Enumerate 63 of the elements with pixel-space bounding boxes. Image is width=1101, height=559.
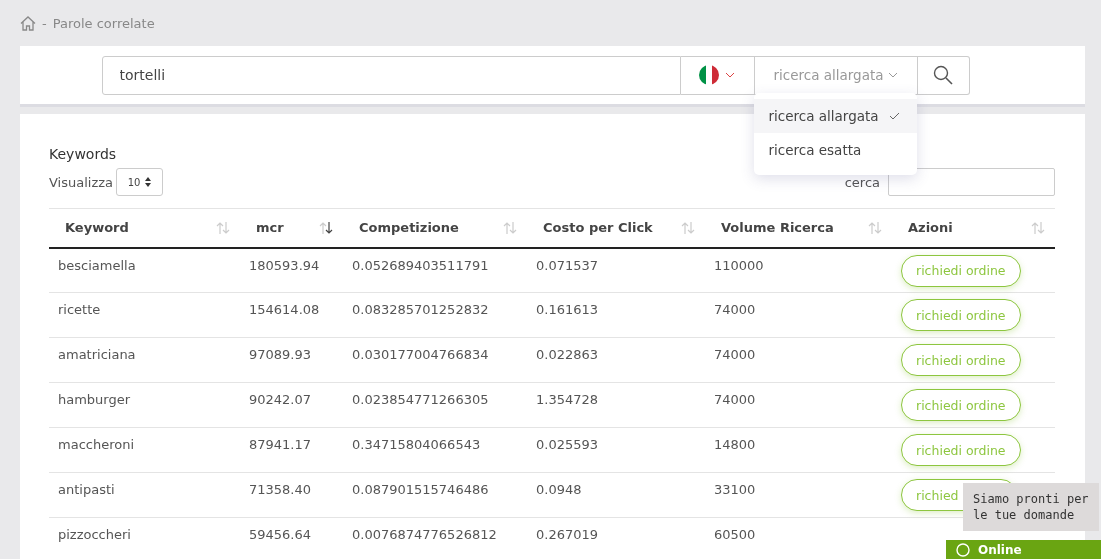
column-header[interactable]: Competizione bbox=[359, 220, 459, 236]
table-cell: 0.071537 bbox=[536, 257, 599, 273]
table-cell: 0.083285701252832 bbox=[352, 302, 489, 317]
table-cell: 0.267019 bbox=[536, 527, 599, 542]
column-header[interactable]: Azioni bbox=[908, 220, 953, 236]
home-icon[interactable] bbox=[20, 15, 36, 31]
breadcrumb-separator: - bbox=[42, 15, 47, 31]
menu-option[interactable]: ricerca allargata bbox=[753, 98, 917, 133]
search-icon bbox=[933, 65, 953, 85]
table-cell: amatriciana bbox=[58, 347, 136, 362]
menu-option[interactable]: ricerca esatta bbox=[753, 132, 917, 167]
table-cell: 154614.08 bbox=[249, 302, 320, 317]
card-title: Keywords bbox=[49, 146, 117, 162]
page-size-label: Visualizza bbox=[49, 174, 114, 190]
table-cell: 0.052689403511791 bbox=[352, 257, 489, 273]
table-cell: 60500 bbox=[714, 527, 756, 542]
table-cell: hamburger bbox=[58, 392, 131, 407]
table-cell: 0.161613 bbox=[536, 302, 599, 317]
chevron-down-icon bbox=[887, 72, 898, 78]
column-header[interactable]: Keyword bbox=[65, 220, 129, 236]
table-cell: 0.0948 bbox=[536, 482, 582, 497]
search-button[interactable] bbox=[917, 55, 970, 95]
table-cell: 87941.17 bbox=[249, 437, 312, 452]
table-cell: 74000 bbox=[714, 347, 756, 362]
table-cell: 1.354728 bbox=[536, 392, 599, 407]
column-header[interactable]: Costo per Click bbox=[543, 220, 653, 236]
page-size-select[interactable]: 10 bbox=[116, 168, 164, 196]
filter-label: cerca bbox=[844, 174, 880, 190]
filter-field[interactable] bbox=[888, 168, 1055, 196]
column-header[interactable]: Volume Ricerca bbox=[721, 220, 834, 236]
chat-icon bbox=[956, 542, 970, 557]
table-cell: 0.0076874776526812 bbox=[352, 527, 497, 542]
chevron-down-icon bbox=[725, 72, 735, 78]
table-cell: maccheroni bbox=[58, 437, 135, 452]
table-cell: 110000 bbox=[714, 257, 764, 273]
table-cell: 33100 bbox=[714, 482, 756, 497]
country-select[interactable] bbox=[680, 55, 755, 95]
table-cell: 14800 bbox=[714, 437, 756, 452]
table-cell: besciamella bbox=[58, 257, 136, 273]
table-cell: 0.023854771266305 bbox=[352, 392, 489, 407]
table-cell: 97089.93 bbox=[249, 347, 312, 362]
spinner-icon bbox=[145, 177, 152, 187]
table-cell: 74000 bbox=[714, 302, 756, 317]
table-cell: 74000 bbox=[714, 392, 756, 407]
sort-icon[interactable] bbox=[319, 220, 333, 235]
table-cell: 0.087901515746486 bbox=[352, 482, 489, 497]
table-cell: 0.025593 bbox=[536, 437, 599, 452]
table-cell: antipasti bbox=[58, 482, 115, 497]
table-cell: pizzoccheri bbox=[58, 527, 131, 542]
table-cell: 59456.64 bbox=[249, 527, 312, 542]
column-header[interactable]: mcr bbox=[256, 220, 284, 236]
table-cell: 71358.40 bbox=[249, 482, 312, 497]
check-icon bbox=[888, 111, 900, 120]
chat-tooltip: Siamo pronti per le tue domande bbox=[963, 483, 1099, 531]
table-cell: 0.34715804066543 bbox=[352, 437, 481, 452]
table-cell: 0.030177004766834 bbox=[352, 347, 489, 362]
table-cell: 90242.07 bbox=[249, 392, 312, 407]
flag-icon bbox=[699, 65, 719, 85]
breadcrumb-title: Parole correlate bbox=[52, 15, 155, 31]
search-field[interactable]: tortelli bbox=[101, 55, 681, 95]
table-cell: 180593.94 bbox=[249, 257, 320, 273]
table-cell: 0.022863 bbox=[536, 347, 599, 362]
table-cell: ricette bbox=[58, 302, 101, 317]
